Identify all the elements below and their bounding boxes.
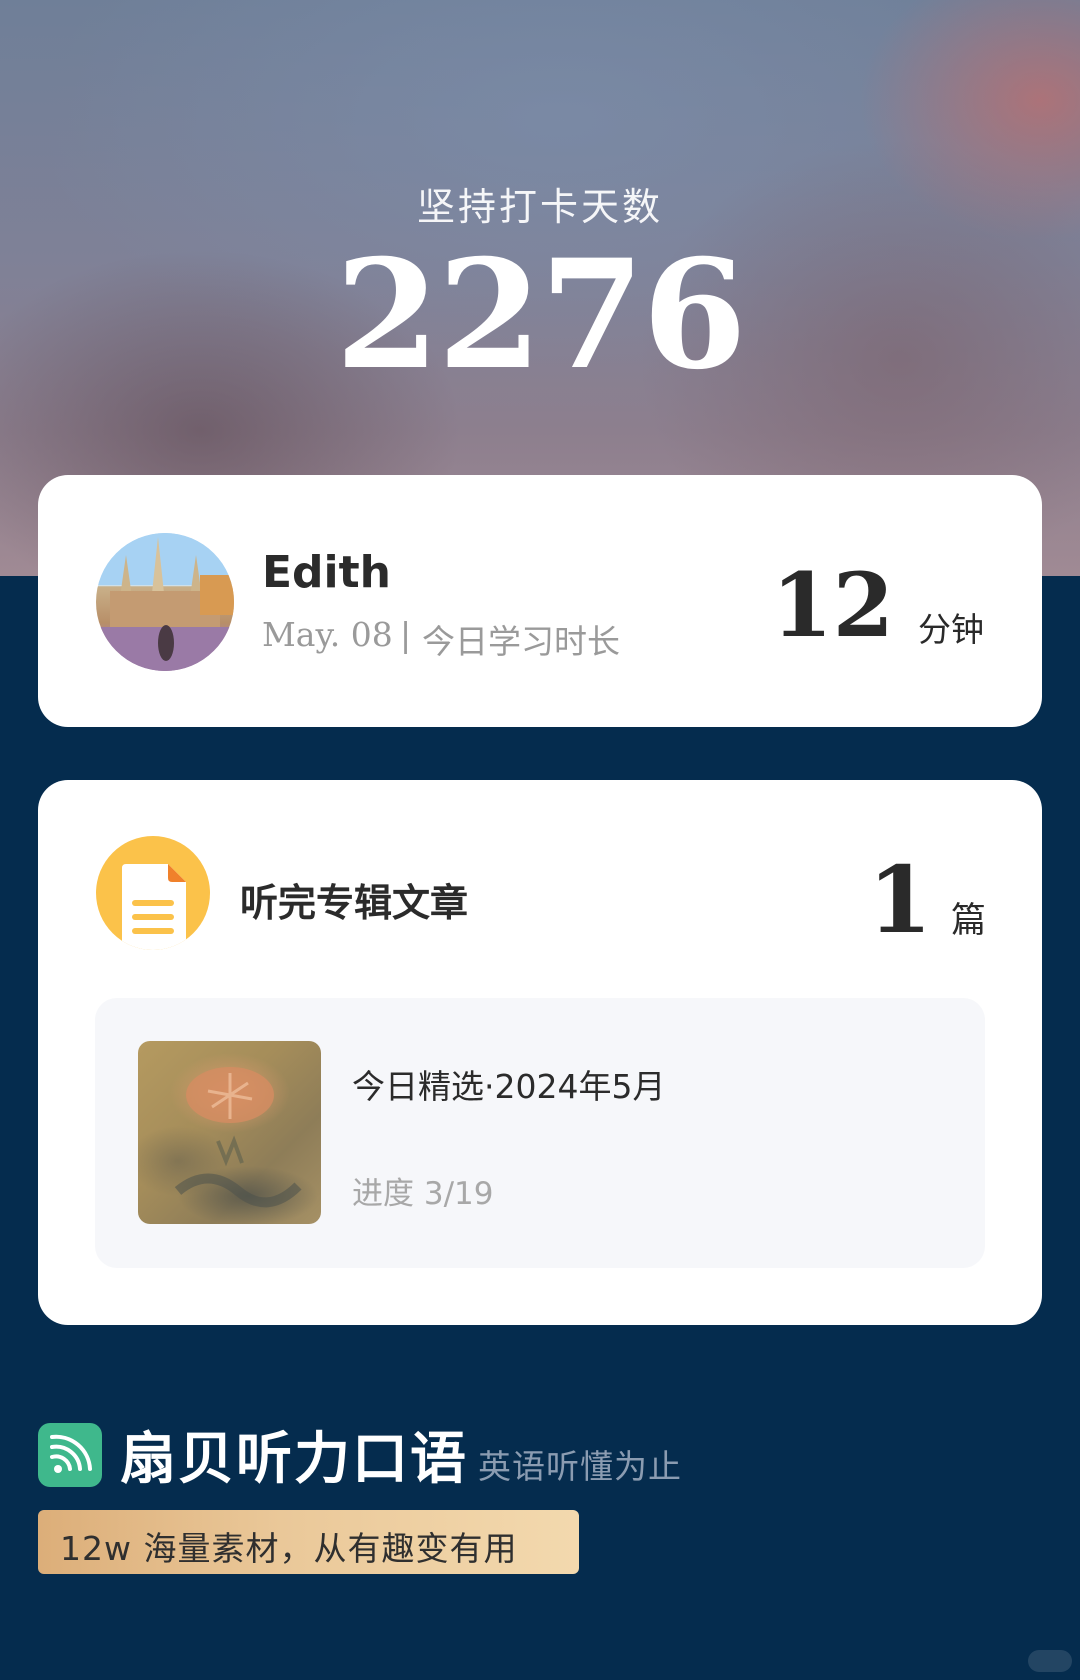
checkin-days-count: 2276	[335, 227, 746, 403]
watermark	[1028, 1650, 1072, 1672]
study-duration-label: 今日学习时长	[422, 622, 620, 661]
study-minutes-unit: 分钟	[918, 610, 984, 649]
promo-badge: 12w 海量素材，从有趣变有用	[38, 1510, 579, 1574]
document-icon	[96, 836, 210, 950]
article-item[interactable]: 今日精选·2024年5月 进度 3/19	[95, 998, 985, 1268]
study-date: May. 08	[262, 615, 393, 654]
avatar[interactable]	[96, 533, 234, 671]
article-progress: 进度 3/19	[352, 1176, 494, 1212]
album-finished-count: 1	[867, 846, 932, 954]
wifi-signal-icon	[38, 1423, 102, 1487]
promo-text: 12w 海量素材，从有趣变有用	[60, 1529, 518, 1568]
study-minutes: 12	[771, 553, 894, 657]
avatar-image	[96, 533, 234, 671]
album-finished-label: 听完专辑文章	[240, 881, 469, 925]
brand-slogan: 英语听懂为止	[478, 1447, 682, 1486]
user-name: Edith	[262, 547, 391, 598]
user-summary-card: Edith May. 08 | 今日学习时长 12 分钟	[38, 475, 1042, 727]
brand-name: 扇贝听力口语	[120, 1427, 468, 1492]
date-separator: |	[400, 615, 412, 654]
article-title: 今日精选·2024年5月	[352, 1067, 666, 1106]
album-progress-card: 听完专辑文章 1 篇 今日精选·2024年5月 进度 3/19	[38, 780, 1042, 1325]
checkin-days-label: 坚持打卡天数	[416, 185, 663, 229]
article-thumbnail	[138, 1041, 321, 1224]
album-finished-unit: 篇	[950, 901, 986, 941]
